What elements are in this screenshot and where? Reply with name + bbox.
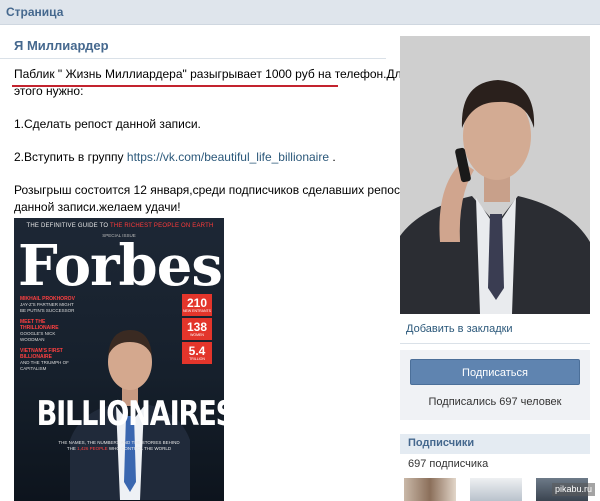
man-on-phone-illustration xyxy=(400,36,590,314)
cover-badge-value: 210 xyxy=(186,296,208,310)
post-raffle-line: данной записи.желаем удачи! xyxy=(14,200,181,214)
post-raffle-line: Розыгрыш состоится 12 января,среди подпи… xyxy=(14,183,406,197)
cover-sidebar-head: VIETNAM'S FIRST BILLIONAIRE xyxy=(20,348,63,360)
divider xyxy=(400,343,590,344)
top-bar: Страница xyxy=(0,0,600,25)
post-step-join-prefix: 2.Вступить в группу xyxy=(14,150,127,164)
post-text-line: Паблик " Жизнь Миллиардера" разыгрывает … xyxy=(14,67,409,81)
subscribe-button[interactable]: Подписаться xyxy=(410,359,580,385)
cover-badge-label: TRILLION xyxy=(189,357,205,361)
page-title[interactable]: Я Миллиардер xyxy=(14,38,109,53)
cover-sidebar-line: AND THE TRIUMPH OF CAPITALISM xyxy=(20,360,69,371)
subscriber-avatar[interactable] xyxy=(404,478,456,501)
post-text-line: этого нужно: xyxy=(14,84,84,98)
cover-sidebar-line: GOOGLE'S NICK WOODMAN xyxy=(20,331,56,342)
cover-badge-value: 5.4 xyxy=(188,344,206,358)
add-to-bookmarks-link[interactable]: Добавить в закладки xyxy=(406,323,513,335)
cover-headline: BILLIONAIRES xyxy=(36,394,224,434)
post-step-join: 2.Вступить в группу https://vk.com/beaut… xyxy=(14,149,336,166)
forbes-cover-image[interactable]: THE DEFINITIVE GUIDE TO THE RICHEST PEOP… xyxy=(14,218,224,501)
group-link[interactable]: https://vk.com/beautiful_life_billionair… xyxy=(127,150,329,164)
cover-badge: 5.4 TRILLION xyxy=(182,342,212,364)
forbes-logo: Forbes xyxy=(18,233,223,299)
cover-footer: THE NAMES, THE NUMBERS AND THE STORIES B… xyxy=(14,440,224,452)
cover-footer-line: THE 1,426 PEOPLE WHO CONTROL THE WORLD xyxy=(14,446,224,452)
subscribers-count[interactable]: 697 подписчика xyxy=(408,458,488,470)
cover-badge: 138 WOMEN xyxy=(182,318,212,340)
top-bar-title: Страница xyxy=(6,5,64,19)
subscribe-box: Подписаться Подписались 697 человек xyxy=(400,350,590,420)
subscriber-avatar[interactable] xyxy=(470,478,522,501)
subscribers-header[interactable]: Подписчики xyxy=(400,434,590,454)
cover-tagline: THE DEFINITIVE GUIDE TO THE RICHEST PEOP… xyxy=(20,223,220,229)
post-step-repost: 1.Сделать репост данной записи. xyxy=(14,117,201,131)
cover-badge-label: NEW ENTRANTS xyxy=(183,309,211,313)
cover-sidebar-text: MIKHAIL PROKHOROV JAY-Z'S PARTNER MIGHT … xyxy=(20,296,76,372)
cover-footer-red: 1,426 PEOPLE xyxy=(77,446,108,451)
subscribers-header-label: Подписчики xyxy=(408,437,475,449)
divider xyxy=(0,58,386,59)
cover-footer-end: WHO CONTROL THE WORLD xyxy=(107,446,172,451)
cover-badge: 210 NEW ENTRANTS xyxy=(182,294,212,316)
cover-sidebar-head: MEET THE THRILLIONAIRE xyxy=(20,319,59,331)
subscribed-count[interactable]: Подписались 697 человек xyxy=(400,396,590,408)
watermark: pikabu.ru xyxy=(552,483,596,496)
cover-badge-value: 138 xyxy=(186,320,208,334)
cover-tagline-white: THE DEFINITIVE GUIDE TO xyxy=(26,223,110,229)
cover-footer-the: THE xyxy=(66,446,78,451)
post-step-join-suffix: . xyxy=(329,150,336,164)
community-avatar-photo[interactable] xyxy=(400,36,590,314)
cover-tagline-red: THE RICHEST PEOPLE ON EARTH xyxy=(109,223,214,229)
cover-sidebar-line: JAY-Z'S PARTNER MIGHT BE PUTIN'S SUCCESS… xyxy=(20,302,75,313)
